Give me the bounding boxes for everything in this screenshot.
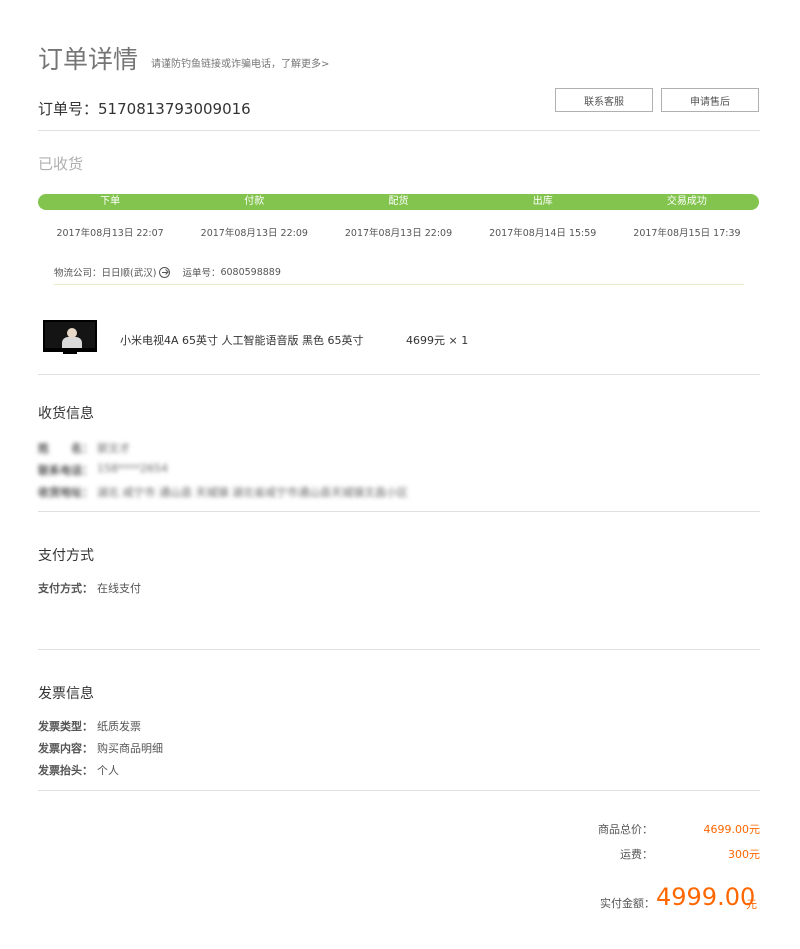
field-label: 收货地址： [38, 486, 93, 499]
progress-time: 2017年08月13日 22:07 [56, 228, 164, 239]
total-paid-amount: 4999.00 [656, 883, 756, 911]
progress-time: 2017年08月13日 22:09 [344, 228, 453, 239]
recipient-name: 郭文才 [97, 442, 130, 455]
divider [38, 511, 760, 512]
tracking-label: 运单号： [182, 268, 221, 279]
order-number-label: 订单号： [38, 100, 99, 118]
shipping-address-row: 收货地址： 湖北 咸宁市 通山县 天城镇 湖北省咸宁市通山县天城镇文昌小区 [38, 484, 408, 500]
goods-total-label: 商品总价： [598, 823, 653, 836]
logistics-company[interactable]: 日日顺(武汉) [102, 265, 157, 279]
invoice-header-row: 发票抬头： 个人 [38, 762, 119, 778]
recipient-phone: 158****2654 [97, 462, 168, 475]
progress-step: 下单 [100, 196, 121, 207]
apply-aftersale-button[interactable]: 申请售后 [661, 88, 759, 112]
goods-total: 4699.00元 [703, 823, 761, 836]
total-paid-label: 实付金额： [600, 897, 655, 910]
product-image[interactable] [43, 320, 97, 354]
field-label: 发票抬头： [38, 764, 93, 777]
divider [38, 130, 760, 131]
payment-method-row: 支付方式： 在线支付 [38, 580, 141, 596]
invoice-type-row: 发票类型： 纸质发票 [38, 718, 141, 734]
progress-time: 2017年08月13日 22:09 [200, 228, 308, 239]
field-label: 发票类型： [38, 720, 93, 733]
shipping-section-title: 收货信息 [38, 406, 94, 422]
field-label: 联系电话： [38, 464, 93, 477]
arrow-right-circle-icon[interactable] [159, 266, 171, 278]
page-title: 订单详情 [38, 45, 139, 74]
invoice-type: 纸质发票 [97, 720, 141, 733]
recipient-address: 湖北 咸宁市 通山县 天城镇 湖北省咸宁市通山县天城镇文昌小区 [97, 486, 408, 499]
progress-times: 2017年08月13日 22:07 2017年08月13日 22:09 2017… [38, 225, 759, 239]
contact-service-button[interactable]: 联系客服 [555, 88, 653, 112]
payment-section-title: 支付方式 [38, 548, 94, 564]
product-name[interactable]: 小米电视4A 65英寸 人工智能语音版 黑色 65英寸 [120, 332, 364, 348]
invoice-content-row: 发票内容： 购买商品明细 [38, 740, 163, 756]
order-progress-bar: 下单 付款 配货 出库 交易成功 [38, 194, 759, 210]
divider [38, 374, 760, 375]
shipping-phone-row: 联系电话： 158****2654 [38, 462, 168, 478]
progress-time: 2017年08月15日 17:39 [633, 228, 741, 239]
logistics-company-label: 物流公司： [54, 268, 102, 279]
freight: 300元 [728, 848, 760, 861]
progress-step: 配货 [388, 196, 409, 207]
order-status: 已收货 [38, 155, 84, 173]
field-label: 发票内容： [38, 742, 93, 755]
progress-time: 2017年08月14日 15:59 [489, 228, 597, 239]
invoice-content: 购买商品明细 [97, 742, 163, 755]
order-number: 订单号：5170813793009016 [38, 98, 251, 119]
fraud-warning-link[interactable]: 请谨防钓鱼链接或诈骗电话，了解更多> [151, 55, 329, 70]
logistics-info: 物流公司： 日日顺(武汉) 运单号： 6080598889 [54, 265, 281, 279]
freight-label: 运费： [620, 848, 653, 861]
product-price: 4699元 × 1 [406, 334, 469, 347]
progress-step: 出库 [532, 196, 553, 207]
divider [38, 649, 760, 650]
divider [38, 790, 760, 791]
field-label: 姓 名： [38, 442, 93, 455]
invoice-section-title: 发票信息 [38, 686, 94, 702]
divider [54, 284, 744, 285]
payment-method: 在线支付 [97, 582, 141, 595]
tracking-number: 6080598889 [220, 266, 281, 278]
total-paid-unit: 元 [746, 898, 757, 911]
field-label: 支付方式： [38, 582, 93, 595]
invoice-header: 个人 [97, 764, 119, 777]
shipping-name-row: 姓 名： 郭文才 [38, 440, 130, 456]
progress-step: 付款 [244, 196, 265, 207]
progress-step: 交易成功 [666, 196, 707, 207]
order-number-value: 5170813793009016 [98, 100, 251, 118]
